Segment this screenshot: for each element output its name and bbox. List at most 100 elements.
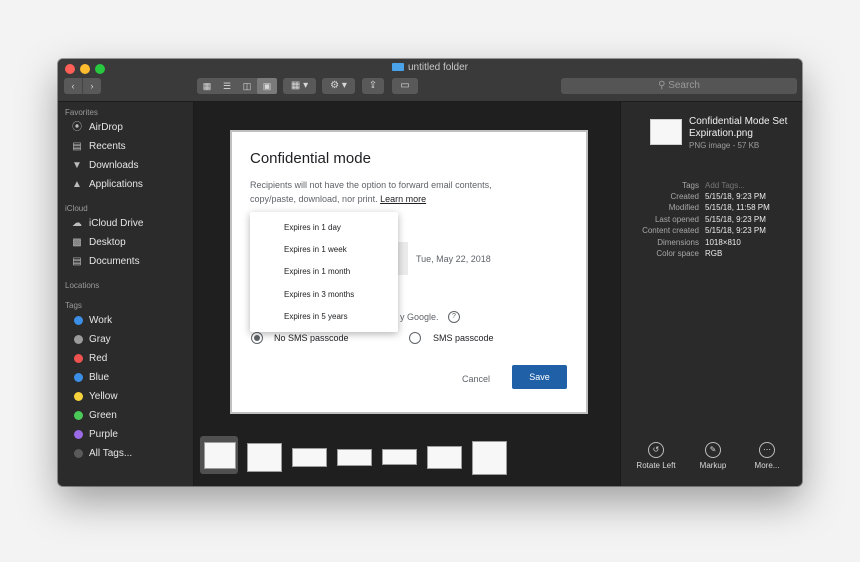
nav-buttons: ‹ › [64,78,101,94]
gallery-view-icon[interactable]: ▣ [257,78,277,94]
more-button[interactable]: ⋯ More... [747,442,787,470]
sms-label: SMS passcode [433,333,494,343]
thumbnail-strip [194,436,620,486]
meta-value-content-created: 5/15/18, 9:23 PM [705,226,766,235]
airdrop-icon: ⦿ [72,122,82,133]
thumbnail[interactable] [292,448,327,467]
sidebar: Favorites ⦿ AirDrop ▤ Recents ▼ Downloads ▲… [58,102,194,486]
thumbnail[interactable] [204,442,236,469]
meta-label-modified: Modified [668,203,699,212]
dialog-title: Confidential mode [250,150,371,167]
column-view-icon[interactable]: ◫ [237,78,257,94]
meta-label-dimensions: Dimensions [657,238,699,247]
share-icon: ⇪ [368,80,378,91]
learn-more-link[interactable]: Learn more [380,194,426,204]
tag-icon: ▭ [400,80,410,91]
menu-item-3-months[interactable]: Expires in 3 months [284,290,354,299]
rotate-left-button[interactable]: ↺ Rotate Left [633,442,679,470]
group-button[interactable]: ▦ ▾ [283,78,316,94]
thumbnail[interactable] [427,446,462,469]
sidebar-item-label: Red [89,353,108,364]
cancel-button[interactable]: Cancel [456,370,496,388]
thumbnail[interactable] [337,449,372,466]
dialog-description: Recipients will not have the option to f… [250,178,540,206]
save-button[interactable]: Save [512,365,567,389]
locations-header: Locations [65,281,100,290]
meta-value-created: 5/15/18, 9:23 PM [705,192,766,201]
icloud-header: iCloud [65,204,88,213]
downloads-icon: ▼ [72,160,82,171]
recents-icon: ▤ [72,141,82,152]
icon-view-icon[interactable]: ▦ [197,78,217,94]
markup-button[interactable]: ✎ Markup [691,442,735,470]
applications-icon: ▲ [72,179,82,190]
no-sms-radio[interactable] [251,332,263,344]
markup-icon: ✎ [705,442,721,458]
meta-label-tags: Tags [682,181,699,190]
sms-radio[interactable] [409,332,421,344]
passcode-note: y Google. [400,312,439,322]
meta-label-last-opened: Last opened [654,215,699,224]
tag-dot-icon [74,411,83,420]
sidebar-item-label: Purple [89,429,118,440]
file-thumbnail [650,119,682,145]
back-icon[interactable]: ‹ [64,78,83,94]
meta-value-last-opened: 5/15/18, 9:23 PM [705,215,766,224]
meta-label-color-space: Color space [656,249,699,258]
menu-item-1-day[interactable]: Expires in 1 day [284,223,341,232]
group-icon: ▦ ▾ [290,80,309,91]
thumbnail[interactable] [247,443,282,472]
toolbar: untitled folder ‹ › ▦ ☰ ◫ ▣ ▦ ▾ ⚙ ▾ ⇪ ▭ … [58,59,802,102]
rotate-left-icon: ↺ [648,442,664,458]
gallery-view: Confidential mode Recipients will not ha… [194,102,620,486]
tag-dot-icon [74,335,83,344]
share-button[interactable]: ⇪ [362,78,384,94]
sidebar-item-label: Blue [89,372,110,383]
window-title-text: untitled folder [407,62,469,73]
thumbnail[interactable] [382,449,417,465]
action-label: More... [754,461,780,470]
description-text: Recipients will not have the option to f… [250,180,492,204]
meta-label-created: Created [670,192,699,201]
meta-label-content-created: Content created [642,226,699,235]
menu-item-5-years[interactable]: Expires in 5 years [284,312,348,321]
sidebar-item-label: iCloud Drive [89,218,144,229]
add-tags-field[interactable]: Add Tags... [705,181,745,190]
menu-item-1-month[interactable]: Expires in 1 month [284,267,350,276]
menu-item-1-week[interactable]: Expires in 1 week [284,245,347,254]
file-kind-size: PNG image - 57 KB [689,141,760,150]
view-switcher: ▦ ☰ ◫ ▣ [197,78,277,94]
tag-dot-icon [74,430,83,439]
search-icon: ⚲ [658,80,666,91]
window-title: untitled folder [58,62,802,73]
preview-pane: Confidential Mode Set Expiration.png PNG… [620,102,802,486]
sidebar-item-label: Green [89,410,117,421]
meta-value-dimensions: 1018×810 [705,238,741,247]
favorites-header: Favorites [65,108,98,117]
action-label: Rotate Left [636,461,676,470]
folder-icon [391,63,404,71]
expiry-dropdown-menu: Expires in 1 day Expires in 1 week Expir… [250,212,398,332]
thumbnail[interactable] [472,441,507,475]
search-input[interactable]: ⚲ Search [561,78,797,94]
tag-button[interactable]: ▭ [392,78,418,94]
finder-window: untitled folder ‹ › ▦ ☰ ◫ ▣ ▦ ▾ ⚙ ▾ ⇪ ▭ … [58,59,802,486]
meta-value-color-space: RGB [705,249,723,258]
sidebar-item-label: Documents [89,256,140,267]
tag-dot-icon [74,316,83,325]
sidebar-item-label: Recents [89,141,126,152]
sidebar-item-label: Desktop [89,237,126,248]
file-name: Confidential Mode Set Expiration.png [689,116,788,139]
action-label: Markup [699,461,727,470]
tag-dot-icon [74,392,83,401]
tag-dot-icon [74,354,83,363]
sidebar-item-label: AirDrop [89,122,123,133]
tags-header: Tags [65,301,82,310]
more-icon: ⋯ [759,442,775,458]
forward-icon[interactable]: › [83,78,101,94]
sidebar-item-label: All Tags... [89,448,133,459]
list-view-icon[interactable]: ☰ [217,78,237,94]
confidential-mode-dialog: Confidential mode Recipients will not ha… [230,130,588,414]
action-button[interactable]: ⚙ ▾ [322,78,355,94]
help-icon[interactable]: ? [448,311,460,323]
